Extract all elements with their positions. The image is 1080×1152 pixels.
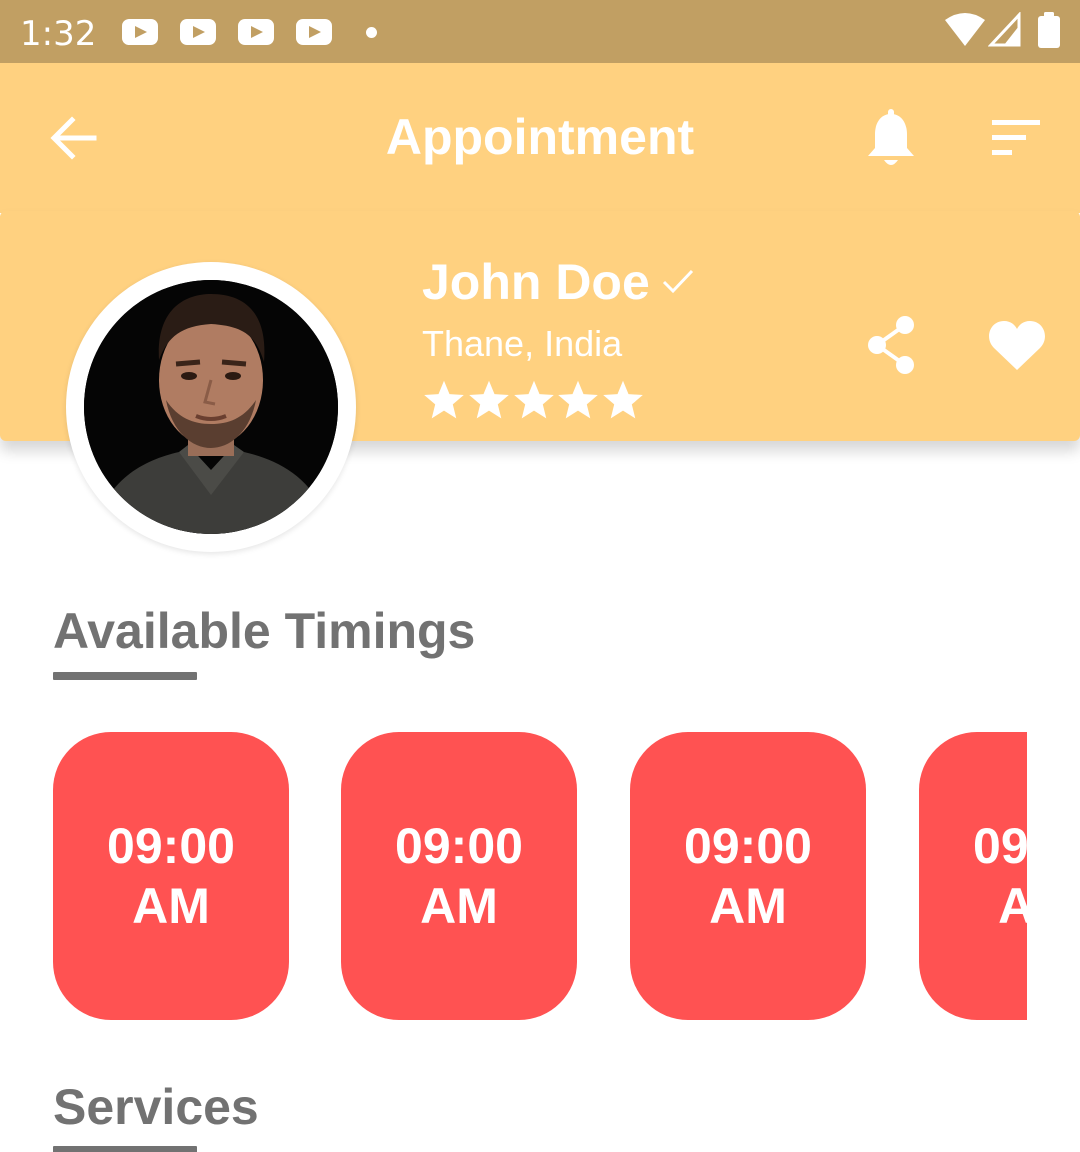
bell-icon: [868, 109, 914, 165]
services-title: Services: [53, 1079, 259, 1135]
time-slot-period: AM: [420, 878, 498, 934]
available-timings-title: Available Timings: [53, 603, 476, 659]
youtube-icon: [180, 19, 216, 45]
time-slot[interactable]: 09:00 AM: [630, 732, 866, 1020]
more-notifications-dot-icon: [366, 27, 377, 38]
share-button[interactable]: [862, 314, 920, 376]
profile-location: Thane, India: [422, 323, 623, 364]
youtube-icon: [296, 19, 332, 45]
time-slot-period: AM: [709, 878, 787, 934]
youtube-icon: [122, 19, 158, 45]
section-underline: [53, 672, 197, 680]
heart-icon: [989, 321, 1045, 370]
arrow-left-icon: [50, 116, 97, 160]
check-icon: [662, 269, 694, 294]
notifications-button[interactable]: [862, 108, 920, 170]
app-bar: Appointment: [0, 63, 1080, 213]
sort-icon: [992, 120, 1040, 155]
avatar[interactable]: [84, 280, 338, 534]
avatar-photo: [84, 280, 338, 534]
timings-carousel[interactable]: 09:00 AM 09:00 AM 09:00 AM 09:00 AM: [53, 732, 1027, 1022]
time-slot-time: 09:00: [107, 818, 235, 874]
star-icon: [424, 380, 464, 419]
back-button[interactable]: [44, 108, 104, 168]
signal-icon: [988, 12, 1021, 47]
time-slot-time: 09:00: [395, 818, 523, 874]
time-slot[interactable]: 09:00 AM: [919, 732, 1027, 1020]
wifi-icon: [945, 13, 985, 46]
avatar-frame: [66, 262, 356, 552]
status-bar: 1:32: [0, 0, 1080, 63]
time-slot-time: 09:00: [973, 818, 1027, 874]
time-slot-period: AM: [132, 878, 210, 934]
star-icon: [603, 380, 643, 419]
youtube-icon: [238, 19, 274, 45]
profile-name: John Doe: [422, 254, 650, 310]
time-slot[interactable]: 09:00 AM: [53, 732, 289, 1020]
time-slot-period: AM: [998, 878, 1027, 934]
rating-stars: [422, 378, 646, 426]
page-title: Appointment: [385, 109, 695, 165]
star-icon: [468, 380, 509, 419]
section-underline: [53, 1146, 197, 1152]
battery-icon: [1038, 12, 1060, 48]
star-icon: [513, 380, 554, 419]
favorite-button[interactable]: [986, 316, 1048, 376]
time-slot-time: 09:00: [684, 818, 812, 874]
share-icon: [868, 316, 914, 374]
status-time: 1:32: [20, 14, 97, 54]
star-icon: [558, 380, 599, 419]
time-slot[interactable]: 09:00 AM: [341, 732, 577, 1020]
sort-button[interactable]: [986, 115, 1046, 165]
